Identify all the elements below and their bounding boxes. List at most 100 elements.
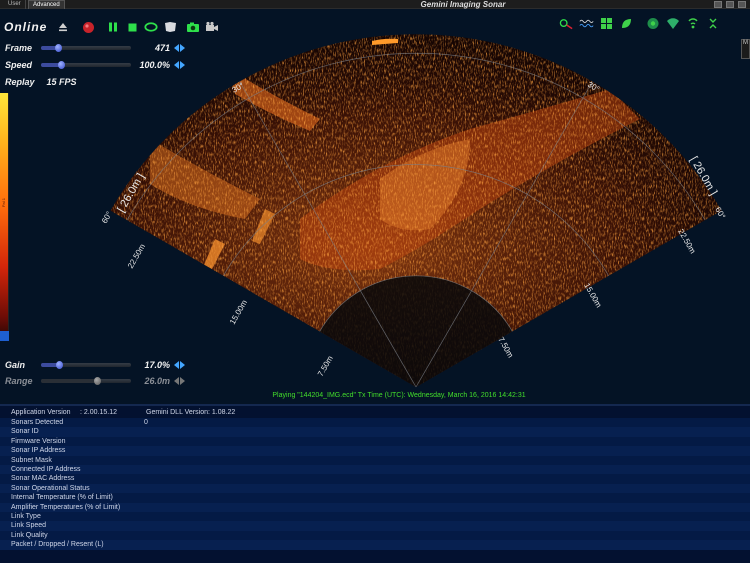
signal-icon[interactable]: [685, 16, 700, 30]
app-title: Gemini Imaging Sonar: [0, 0, 750, 9]
info-row-sonars-detected: Sonars Detected 0: [0, 418, 750, 428]
speed-value: 100.0%: [139, 60, 170, 70]
info-row-subnet-mask: Subnet Mask: [0, 455, 750, 465]
playback-status-text: Playing "144204_IMG.ecd" Tx Time (UTC): …: [272, 392, 526, 399]
record-icon[interactable]: [81, 20, 95, 34]
range-label-22-5m-left: 22.50m: [126, 242, 147, 270]
frame-stepper[interactable]: [174, 43, 186, 53]
gemini-dll-label: Gemini DLL Version: [146, 409, 208, 416]
info-label: Packet / Dropped / Resent (L): [11, 541, 104, 549]
frame-slider-knob[interactable]: [55, 44, 62, 52]
increase-icon[interactable]: [180, 361, 185, 369]
info-row-connected-ip: Connected IP Address: [0, 465, 750, 475]
app-title-text: Gemini Imaging Sonar: [420, 0, 506, 9]
info-label: Link Type: [11, 513, 41, 520]
minimize-button[interactable]: [714, 1, 722, 8]
right-toolbar: [559, 16, 720, 30]
info-label: Link Speed: [11, 522, 47, 530]
playback-status: Playing "144204_IMG.ecd" Tx Time (UTC): …: [0, 392, 750, 399]
range-slider-fill: [41, 379, 97, 383]
info-rows: Sonars Detected 0 Sonar ID Firmware Versi…: [0, 418, 750, 559]
frame-slider-row: Frame 471: [5, 42, 186, 54]
video-camera-icon[interactable]: [205, 20, 219, 34]
sonar-viewport[interactable]: 7.50m 7.50m 15.00m 15.00m 22.50m 22.50m …: [0, 9, 750, 404]
info-label: Subnet Mask: [11, 456, 52, 464]
info-label: Sonar Operational Status: [11, 484, 90, 492]
info-value: 0: [144, 419, 148, 426]
increase-icon[interactable]: [180, 377, 185, 385]
speed-label: Speed: [5, 60, 33, 70]
range-label: Range: [5, 376, 33, 386]
decrease-icon[interactable]: [174, 361, 179, 369]
frame-slider[interactable]: [41, 44, 131, 52]
maximize-button[interactable]: [726, 1, 734, 8]
color-scale-bar: Pal 1: [0, 93, 9, 341]
measure-icon[interactable]: [559, 16, 574, 30]
title-bar: User Advanced Gemini Imaging Sonar: [0, 0, 750, 9]
info-label: Link Quality: [11, 531, 48, 539]
window-controls: [714, 0, 746, 9]
zoom-controls-icon[interactable]: [705, 16, 720, 30]
info-row-packet-stats: Packet / Dropped / Resent (L): [0, 540, 750, 550]
eject-icon[interactable]: [56, 20, 70, 34]
info-row-link-quality: Link Quality: [0, 530, 750, 541]
info-row-internal-temperature: Internal Temperature (% of Limit): [0, 493, 750, 503]
replay-fps: 15 FPS: [46, 77, 77, 87]
info-row-sonar-ip: Sonar IP Address: [0, 446, 750, 456]
replay-info: Replay 15 FPS: [5, 77, 77, 87]
info-label: Sonar IP Address: [11, 447, 66, 455]
range-slider-row: Range 26.0m: [5, 375, 186, 387]
step-back-icon[interactable]: [174, 44, 179, 52]
close-button[interactable]: [738, 1, 746, 8]
loop-icon[interactable]: [144, 20, 158, 34]
stop-icon[interactable]: [125, 20, 139, 34]
info-label: Amplifier Temperatures (% of Limit): [11, 503, 121, 511]
info-row-firmware-version: Firmware Version: [0, 436, 750, 447]
speed-slider-row: Speed 100.0%: [5, 59, 186, 71]
app-version-label: Application Version: [11, 409, 71, 416]
gain-slider[interactable]: [41, 361, 131, 369]
gain-label: Gain: [5, 360, 26, 370]
speed-stepper[interactable]: [174, 60, 186, 70]
speed-slider-knob[interactable]: [58, 61, 65, 69]
app-version-value: : 2.00.15.12: [80, 409, 117, 416]
range-label-15m-left: 15.00m: [228, 298, 249, 326]
info-row-link-type: Link Type: [0, 512, 750, 522]
range-slider-knob[interactable]: [94, 377, 101, 385]
sonar-head-icon[interactable]: [665, 16, 680, 30]
info-label: Internal Temperature (% of Limit): [11, 494, 113, 502]
gain-stepper[interactable]: [174, 360, 186, 370]
info-row-link-speed: Link Speed: [0, 521, 750, 531]
speed-slider[interactable]: [41, 61, 131, 69]
range-slider[interactable]: [41, 377, 131, 385]
palette-icon[interactable]: [599, 16, 614, 30]
info-label: Sonar MAC Address: [11, 475, 75, 483]
range-label-7-5m-left: 7.50m: [316, 354, 335, 378]
step-forward-icon[interactable]: [180, 44, 185, 52]
color-scale-label: Pal 1: [1, 198, 6, 208]
increase-icon[interactable]: [180, 61, 185, 69]
angle-label-right-60: 60°: [713, 206, 727, 221]
pause-icon[interactable]: [106, 20, 120, 34]
waveform-icon[interactable]: [579, 16, 594, 30]
version-header: Application Version : 2.00.15.12 Gemini …: [0, 408, 750, 418]
info-label: Firmware Version: [11, 437, 66, 445]
angle-label-left-60: 60°: [100, 210, 114, 225]
gain-slider-row: Gain 17.0%: [5, 359, 186, 371]
range-value: 26.0m: [144, 376, 170, 386]
info-row-sonar-id: Sonar ID: [0, 427, 750, 437]
decrease-icon[interactable]: [174, 377, 179, 385]
sonar-info-panel: Application Version : 2.00.15.12 Gemini …: [0, 404, 750, 563]
decrease-icon[interactable]: [174, 61, 179, 69]
leaf-icon[interactable]: [619, 16, 634, 30]
gain-slider-knob[interactable]: [56, 361, 63, 369]
frame-label: Frame: [5, 43, 33, 53]
side-panel-toggle[interactable]: M: [741, 39, 750, 59]
color-scale-low: [0, 331, 9, 341]
replay-label: Replay: [5, 77, 35, 87]
info-row-sonar-mac: Sonar MAC Address: [0, 474, 750, 484]
camera-icon[interactable]: [186, 20, 200, 34]
range-stepper[interactable]: [174, 376, 186, 386]
bookmark-icon[interactable]: [163, 20, 177, 34]
compass-icon[interactable]: [645, 16, 660, 30]
